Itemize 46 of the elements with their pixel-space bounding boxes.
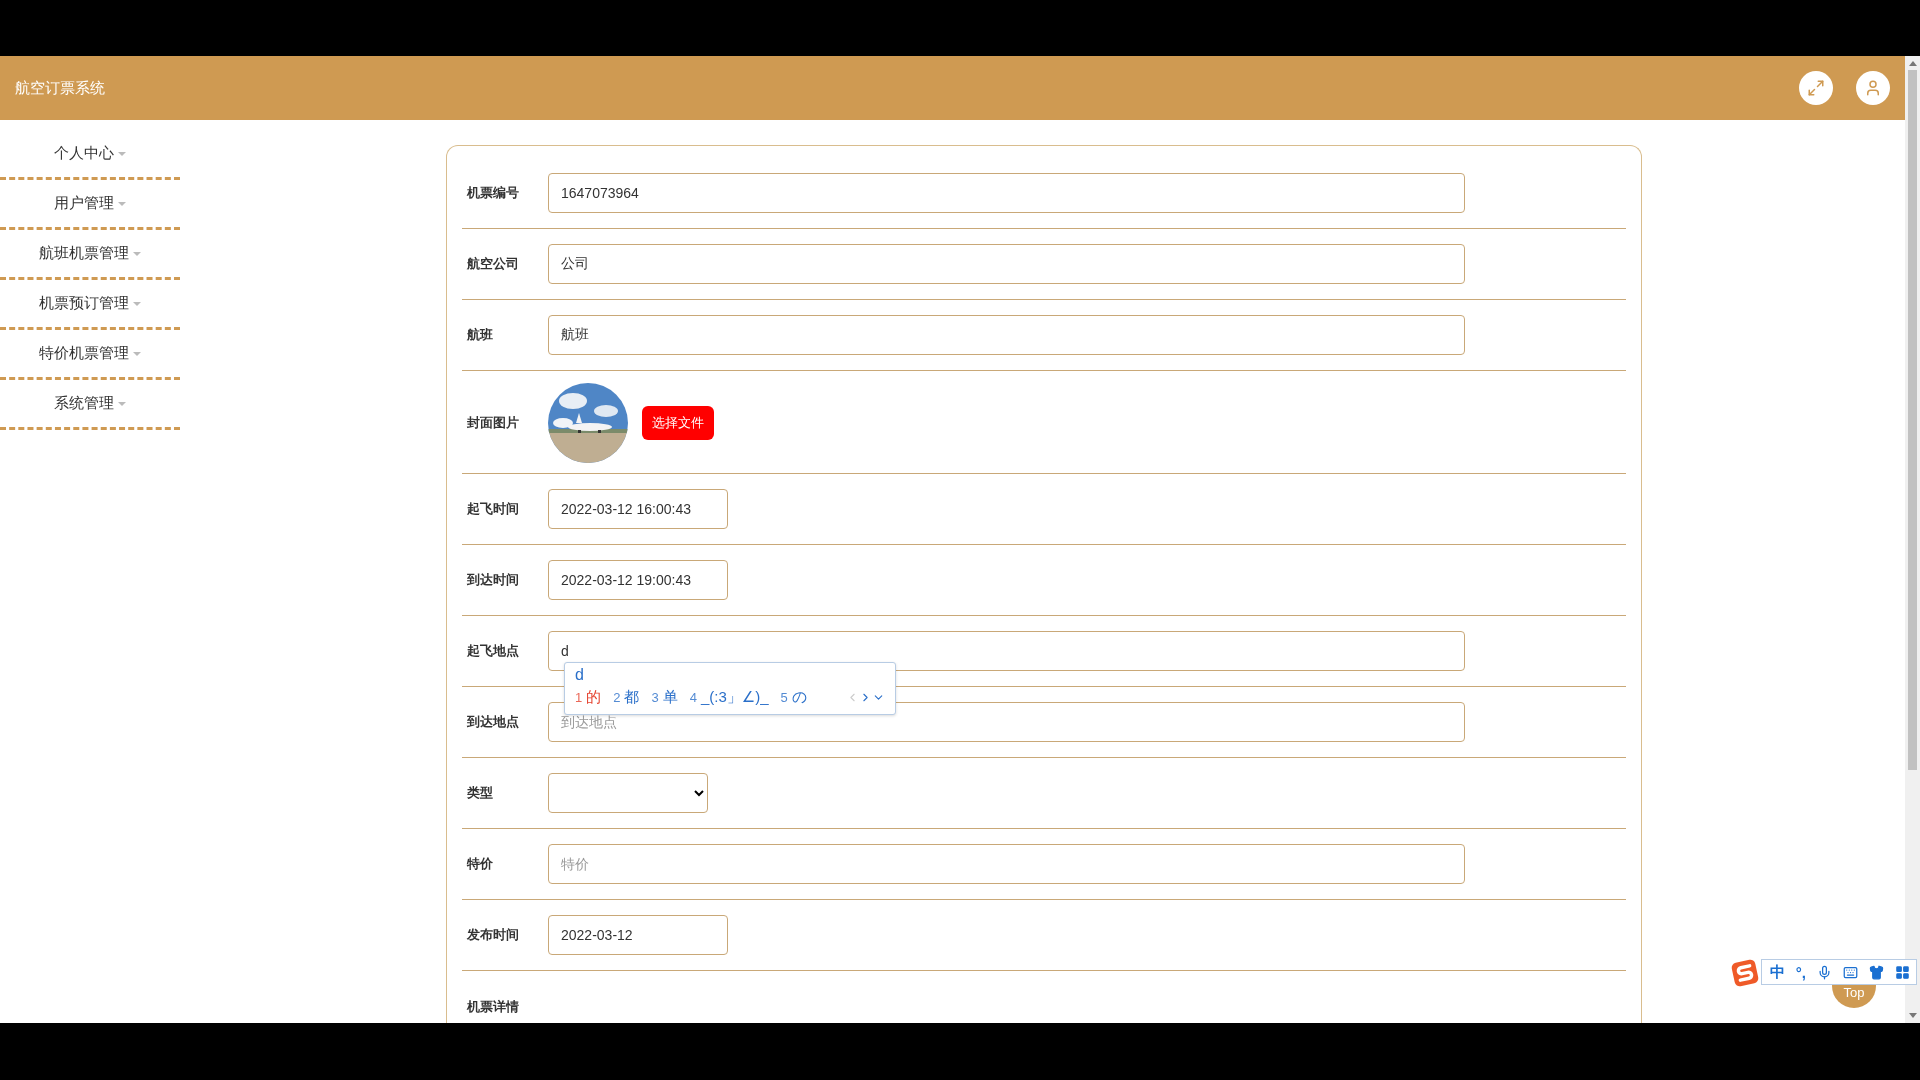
field-label: 航班 — [467, 326, 494, 344]
ime-mode[interactable]: 中 — [1769, 962, 1785, 982]
sidebar-item[interactable]: 用户管理 — [54, 194, 114, 213]
shirt-icon[interactable] — [1869, 964, 1884, 980]
date-field[interactable]: 2022-03-12 — [548, 915, 728, 955]
scrollbar[interactable] — [1905, 56, 1920, 1023]
field-label: 到达地点 — [467, 713, 520, 731]
sidebar-item[interactable]: 个人中心 — [54, 144, 114, 163]
caret-icon — [133, 351, 141, 356]
caret-icon — [118, 401, 126, 406]
field-label: 航空公司 — [467, 255, 520, 273]
input-field[interactable]: 1647073964 — [548, 173, 1465, 213]
app-title: 航空订票系统 — [15, 78, 106, 98]
field-label: 机票详情 — [467, 998, 520, 1016]
ime-logo-icon[interactable] — [1730, 958, 1760, 988]
keyboard-icon[interactable] — [1843, 964, 1858, 980]
input-field[interactable]: 公司 — [548, 244, 1465, 284]
caret-icon — [118, 151, 126, 156]
field-label: 机票编号 — [467, 184, 520, 202]
user-button[interactable] — [1856, 71, 1890, 105]
field-label: 到达时间 — [467, 571, 520, 589]
fullscreen-button[interactable] — [1799, 71, 1833, 105]
ime-punctuation[interactable]: °, — [1795, 963, 1806, 981]
user-icon — [1864, 79, 1882, 97]
choose-file-button[interactable]: 选择文件 — [642, 406, 714, 440]
type-select[interactable] — [548, 773, 708, 813]
expand-icon — [1807, 79, 1825, 97]
caret-icon — [118, 201, 126, 206]
caret-icon — [133, 301, 141, 306]
sidebar-item[interactable]: 系统管理 — [54, 394, 114, 413]
field-label: 起飞地点 — [467, 642, 520, 660]
caret-icon — [133, 251, 141, 256]
input-field[interactable]: 航班 — [548, 315, 1465, 355]
sidebar-item[interactable]: 航班机票管理 — [39, 244, 129, 263]
sidebar-item[interactable]: 机票预订管理 — [39, 294, 129, 313]
field-label: 特价 — [467, 855, 494, 873]
input-field[interactable]: 特价 — [548, 844, 1465, 884]
grid-icon[interactable] — [1895, 964, 1910, 980]
date-field[interactable]: 2022-03-12 16:00:43 — [548, 489, 728, 529]
field-label: 类型 — [467, 784, 494, 802]
field-label: 发布时间 — [467, 926, 520, 944]
field-label: 封面图片 — [467, 414, 520, 432]
date-field[interactable]: 2022-03-12 19:00:43 — [548, 560, 728, 600]
sidebar-item[interactable]: 特价机票管理 — [39, 344, 129, 363]
microphone-icon[interactable] — [1817, 964, 1832, 980]
field-label: 起飞时间 — [467, 500, 520, 518]
